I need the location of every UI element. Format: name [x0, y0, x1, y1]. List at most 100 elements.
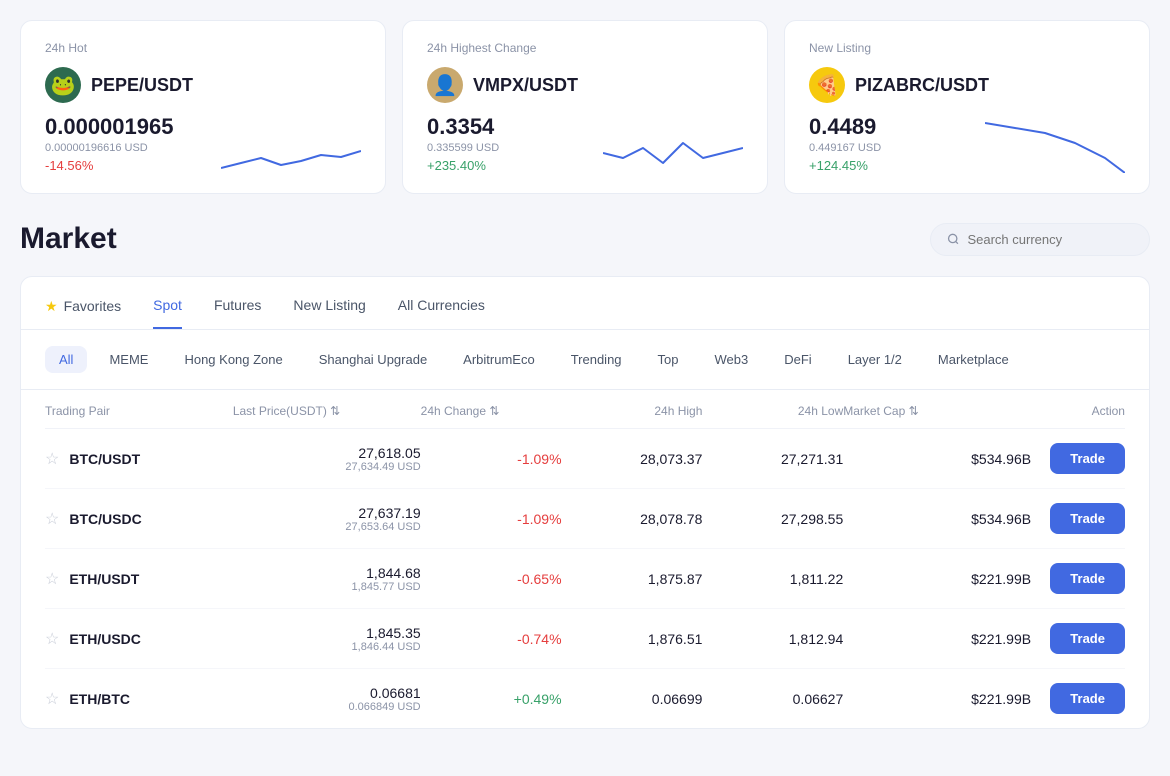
- trade-button-4[interactable]: Trade: [1050, 683, 1125, 714]
- col-pair: Trading Pair: [45, 404, 233, 418]
- pair-name-3: ETH/USDC: [69, 631, 141, 647]
- card-label-1: 24h Highest Change: [427, 41, 743, 55]
- price-main-4: 0.06681: [233, 685, 421, 701]
- pair-cell-1: ☆ BTC/USDC: [45, 509, 233, 529]
- card-body-0: 0.000001965 0.00000196616 USD -14.56%: [45, 113, 361, 173]
- action-cell-0: Trade: [1031, 443, 1125, 474]
- low-cell-4: 0.06627: [702, 691, 843, 707]
- filter-all[interactable]: All: [45, 346, 87, 373]
- favorite-button-2[interactable]: ☆: [45, 569, 59, 589]
- coin-icon-1: 👤: [427, 67, 463, 103]
- price-usd-1: 27,653.64 USD: [233, 521, 421, 533]
- trade-button-1[interactable]: Trade: [1050, 503, 1125, 534]
- col-change[interactable]: 24h Change ⇅: [421, 404, 562, 418]
- high-cell-4: 0.06699: [562, 691, 703, 707]
- low-cell-1: 27,298.55: [702, 511, 843, 527]
- price-usd-0: 27,634.49 USD: [233, 461, 421, 473]
- price-main-0: 27,618.05: [233, 445, 421, 461]
- pair-name-0: BTC/USDT: [69, 451, 140, 467]
- tab-spot-label: Spot: [153, 297, 182, 313]
- filter-marketplace[interactable]: Marketplace: [924, 346, 1023, 373]
- tab-favorites-label: Favorites: [64, 298, 122, 314]
- change-value-1: -1.09%: [517, 511, 561, 527]
- tab-futures-label: Futures: [214, 297, 261, 313]
- card-price-block-0: 0.000001965 0.00000196616 USD -14.56%: [45, 114, 173, 173]
- price-main-1: 27,637.19: [233, 505, 421, 521]
- low-cell-2: 1,811.22: [702, 571, 843, 587]
- search-icon: [947, 232, 959, 246]
- pair-cell-0: ☆ BTC/USDT: [45, 449, 233, 469]
- favorite-button-1[interactable]: ☆: [45, 509, 59, 529]
- main-panel: ★ Favorites Spot Futures New Listing All…: [20, 276, 1150, 729]
- table-row: ☆ BTC/USDT 27,618.05 27,634.49 USD -1.09…: [45, 429, 1125, 489]
- card-header-2: 🍕 PIZABRC/USDT: [809, 67, 1125, 103]
- filter-arbitrum[interactable]: ArbitrumEco: [449, 346, 549, 373]
- star-icon: ★: [45, 298, 58, 315]
- search-box: [930, 223, 1150, 256]
- card-usd-0: 0.00000196616 USD: [45, 142, 173, 154]
- change-cell-4: +0.49%: [421, 691, 562, 707]
- market-title: Market: [20, 222, 117, 256]
- pair-cell-3: ☆ ETH/USDC: [45, 629, 233, 649]
- trade-button-0[interactable]: Trade: [1050, 443, 1125, 474]
- col-action: Action: [1031, 404, 1125, 418]
- market-table: Trading Pair Last Price(USDT) ⇅ 24h Chan…: [21, 390, 1149, 728]
- market-cap-cell-4: $221.99B: [843, 691, 1031, 707]
- table-row: ☆ BTC/USDC 27,637.19 27,653.64 USD -1.09…: [45, 489, 1125, 549]
- table-row: ☆ ETH/USDC 1,845.35 1,846.44 USD -0.74% …: [45, 609, 1125, 669]
- action-cell-1: Trade: [1031, 503, 1125, 534]
- trade-button-3[interactable]: Trade: [1050, 623, 1125, 654]
- card-chart-0: [221, 113, 361, 173]
- tab-all-currencies[interactable]: All Currencies: [398, 297, 485, 329]
- table-header: Trading Pair Last Price(USDT) ⇅ 24h Chan…: [45, 390, 1125, 429]
- tab-new-listing[interactable]: New Listing: [293, 297, 365, 329]
- favorite-button-0[interactable]: ☆: [45, 449, 59, 469]
- change-cell-1: -1.09%: [421, 511, 562, 527]
- high-cell-2: 1,875.87: [562, 571, 703, 587]
- price-cell-3: 1,845.35 1,846.44 USD: [233, 625, 421, 653]
- pair-cell-4: ☆ ETH/BTC: [45, 689, 233, 709]
- market-cap-cell-2: $221.99B: [843, 571, 1031, 587]
- coin-icon-2: 🍕: [809, 67, 845, 103]
- col-price[interactable]: Last Price(USDT) ⇅: [233, 404, 421, 418]
- filter-layer12[interactable]: Layer 1/2: [834, 346, 916, 373]
- favorite-button-4[interactable]: ☆: [45, 689, 59, 709]
- table-body: ☆ BTC/USDT 27,618.05 27,634.49 USD -1.09…: [45, 429, 1125, 728]
- change-cell-0: -1.09%: [421, 451, 562, 467]
- filter-shanghai[interactable]: Shanghai Upgrade: [305, 346, 441, 373]
- card-body-2: 0.4489 0.449167 USD +124.45%: [809, 113, 1125, 173]
- favorite-button-3[interactable]: ☆: [45, 629, 59, 649]
- low-cell-3: 1,812.94: [702, 631, 843, 647]
- search-input[interactable]: [967, 232, 1133, 247]
- tab-favorites[interactable]: ★ Favorites: [45, 297, 121, 329]
- tabs-row: ★ Favorites Spot Futures New Listing All…: [21, 277, 1149, 330]
- tab-spot[interactable]: Spot: [153, 297, 182, 329]
- market-cap-cell-0: $534.96B: [843, 451, 1031, 467]
- change-cell-2: -0.65%: [421, 571, 562, 587]
- filter-hong-kong[interactable]: Hong Kong Zone: [170, 346, 296, 373]
- trade-button-2[interactable]: Trade: [1050, 563, 1125, 594]
- top-card-2[interactable]: New Listing 🍕 PIZABRC/USDT 0.4489 0.4491…: [784, 20, 1150, 194]
- filter-trending[interactable]: Trending: [557, 346, 636, 373]
- price-cell-0: 27,618.05 27,634.49 USD: [233, 445, 421, 473]
- high-cell-3: 1,876.51: [562, 631, 703, 647]
- filter-web3[interactable]: Web3: [701, 346, 763, 373]
- pair-name-2: ETH/USDT: [69, 571, 139, 587]
- change-cell-3: -0.74%: [421, 631, 562, 647]
- price-usd-2: 1,845.77 USD: [233, 581, 421, 593]
- filter-top[interactable]: Top: [644, 346, 693, 373]
- top-card-0[interactable]: 24h Hot 🐸 PEPE/USDT 0.000001965 0.000001…: [20, 20, 386, 194]
- price-main-3: 1,845.35: [233, 625, 421, 641]
- filter-meme[interactable]: MEME: [95, 346, 162, 373]
- filter-defi[interactable]: DeFi: [770, 346, 825, 373]
- top-card-1[interactable]: 24h Highest Change 👤 VMPX/USDT 0.3354 0.…: [402, 20, 768, 194]
- price-usd-4: 0.066849 USD: [233, 701, 421, 713]
- change-value-2: -0.65%: [517, 571, 561, 587]
- price-cell-2: 1,844.68 1,845.77 USD: [233, 565, 421, 593]
- card-header-0: 🐸 PEPE/USDT: [45, 67, 361, 103]
- col-marketcap[interactable]: Market Cap ⇅: [843, 404, 1031, 418]
- card-price-2: 0.4489: [809, 114, 881, 140]
- top-cards: 24h Hot 🐸 PEPE/USDT 0.000001965 0.000001…: [20, 20, 1150, 194]
- card-change-0: -14.56%: [45, 158, 173, 173]
- tab-futures[interactable]: Futures: [214, 297, 261, 329]
